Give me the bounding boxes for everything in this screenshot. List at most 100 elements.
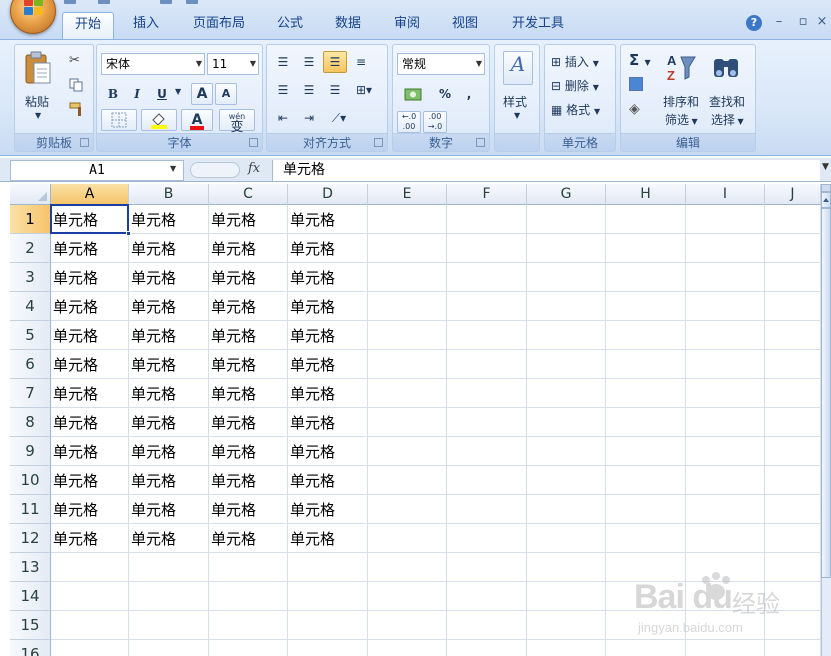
cell-d4[interactable]: 单元格 (288, 292, 368, 321)
styles-icon[interactable]: A (503, 51, 533, 85)
percent-button[interactable]: % (435, 83, 455, 105)
cell-f4[interactable] (447, 292, 527, 321)
font-name-select[interactable]: 宋体 ▼ (101, 53, 205, 75)
tab-page-layout[interactable]: 页面布局 (182, 12, 256, 38)
cell-a16[interactable] (51, 640, 129, 656)
cell-f2[interactable] (447, 234, 527, 263)
bold-button[interactable]: B (103, 83, 123, 105)
cell-g3[interactable] (527, 263, 606, 292)
cell-j7[interactable] (765, 379, 821, 408)
row-header-11[interactable]: 11 (10, 495, 51, 524)
cell-b3[interactable]: 单元格 (129, 263, 209, 292)
cell-f15[interactable] (447, 611, 527, 640)
cell-b2[interactable]: 单元格 (129, 234, 209, 263)
cell-e12[interactable] (368, 524, 447, 553)
cell-a15[interactable] (51, 611, 129, 640)
cell-d11[interactable]: 单元格 (288, 495, 368, 524)
cell-a6[interactable]: 单元格 (51, 350, 129, 379)
cell-c12[interactable]: 单元格 (209, 524, 288, 553)
cell-d16[interactable] (288, 640, 368, 656)
alignment-launcher-icon[interactable] (374, 138, 383, 147)
cell-d13[interactable] (288, 553, 368, 582)
cell-f3[interactable] (447, 263, 527, 292)
cell-g10[interactable] (527, 466, 606, 495)
cell-j12[interactable] (765, 524, 821, 553)
cell-c6[interactable]: 单元格 (209, 350, 288, 379)
column-header-d[interactable]: D (288, 184, 368, 205)
cell-c16[interactable] (209, 640, 288, 656)
close-icon[interactable]: × (813, 14, 831, 29)
cell-b15[interactable] (129, 611, 209, 640)
cell-e9[interactable] (368, 437, 447, 466)
autosum-icon[interactable]: Σ ▼ (629, 51, 651, 69)
cell-e13[interactable] (368, 553, 447, 582)
cell-i3[interactable] (686, 263, 765, 292)
cell-f9[interactable] (447, 437, 527, 466)
cell-i1[interactable] (686, 205, 765, 234)
cell-f6[interactable] (447, 350, 527, 379)
cell-d10[interactable]: 单元格 (288, 466, 368, 495)
tab-view[interactable]: 视图 (440, 12, 490, 38)
minimize-icon[interactable]: – (770, 14, 788, 29)
cell-j4[interactable] (765, 292, 821, 321)
cell-f16[interactable] (447, 640, 527, 656)
cell-e7[interactable] (368, 379, 447, 408)
insert-cells-button[interactable]: ⊞ 插入 ▼ (551, 53, 599, 70)
cell-g1[interactable] (527, 205, 606, 234)
decrease-decimal-button[interactable]: .00 →.0 (423, 111, 447, 133)
cell-i5[interactable] (686, 321, 765, 350)
cell-d7[interactable]: 单元格 (288, 379, 368, 408)
cell-a12[interactable]: 单元格 (51, 524, 129, 553)
shrink-font-button[interactable]: A (215, 83, 237, 105)
increase-decimal-button[interactable]: ←.0.00 (397, 111, 421, 133)
cell-i7[interactable] (686, 379, 765, 408)
cell-b14[interactable] (129, 582, 209, 611)
cell-c11[interactable]: 单元格 (209, 495, 288, 524)
cell-h16[interactable] (606, 640, 686, 656)
paste-button[interactable]: 粘贴 (25, 93, 49, 110)
cell-h4[interactable] (606, 292, 686, 321)
cell-b8[interactable]: 单元格 (129, 408, 209, 437)
cell-g15[interactable] (527, 611, 606, 640)
cell-i6[interactable] (686, 350, 765, 379)
cell-e11[interactable] (368, 495, 447, 524)
row-header-10[interactable]: 10 (10, 466, 51, 495)
cell-g4[interactable] (527, 292, 606, 321)
paste-dropdown-icon[interactable]: ▼ (35, 111, 41, 120)
number-launcher-icon[interactable] (476, 138, 485, 147)
cell-h12[interactable] (606, 524, 686, 553)
cell-h2[interactable] (606, 234, 686, 263)
cell-a13[interactable] (51, 553, 129, 582)
decrease-indent-icon[interactable]: ⇤ (271, 107, 295, 129)
cell-e5[interactable] (368, 321, 447, 350)
cell-h6[interactable] (606, 350, 686, 379)
tab-review[interactable]: 审阅 (382, 12, 432, 38)
cell-f10[interactable] (447, 466, 527, 495)
cell-f1[interactable] (447, 205, 527, 234)
cell-j11[interactable] (765, 495, 821, 524)
cell-h9[interactable] (606, 437, 686, 466)
orientation-icon[interactable]: ⟋▾ (323, 107, 355, 129)
accounting-format-icon[interactable] (397, 83, 431, 105)
format-cells-button[interactable]: ▦ 格式 ▼ (551, 101, 600, 118)
row-header-1[interactable]: 1 (10, 205, 51, 234)
fill-handle[interactable] (126, 231, 131, 236)
cell-f12[interactable] (447, 524, 527, 553)
cell-b11[interactable]: 单元格 (129, 495, 209, 524)
cell-b12[interactable]: 单元格 (129, 524, 209, 553)
cell-h1[interactable] (606, 205, 686, 234)
cell-j8[interactable] (765, 408, 821, 437)
cell-f7[interactable] (447, 379, 527, 408)
row-header-13[interactable]: 13 (10, 553, 51, 582)
cell-d3[interactable]: 单元格 (288, 263, 368, 292)
cell-j3[interactable] (765, 263, 821, 292)
office-button[interactable] (10, 0, 56, 34)
find-select-button[interactable]: 选择 ▼ (711, 111, 744, 128)
cell-h8[interactable] (606, 408, 686, 437)
cell-b13[interactable] (129, 553, 209, 582)
cell-c8[interactable]: 单元格 (209, 408, 288, 437)
cell-b9[interactable]: 单元格 (129, 437, 209, 466)
cell-h5[interactable] (606, 321, 686, 350)
cell-g8[interactable] (527, 408, 606, 437)
styles-button[interactable]: 样式 (503, 93, 527, 110)
